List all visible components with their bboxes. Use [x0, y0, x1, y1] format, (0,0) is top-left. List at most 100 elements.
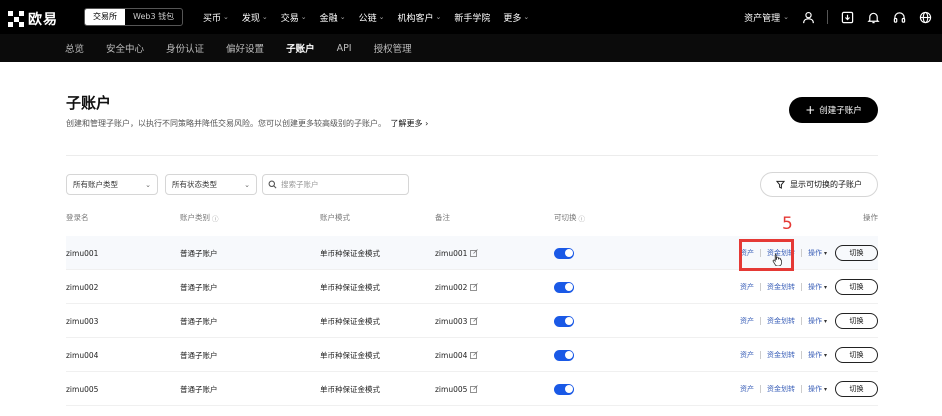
nav-item-buy[interactable]: 买币 ⌄	[203, 11, 229, 24]
chevron-down-icon: ⌄	[523, 13, 530, 21]
column-header-login: 登录名	[66, 212, 89, 223]
chevron-down-icon: ⌄	[261, 13, 268, 21]
divider	[759, 351, 761, 359]
download-icon[interactable]	[840, 10, 854, 24]
transfer-link[interactable]: 资金划转	[767, 350, 795, 360]
tab-preferences[interactable]: 偏好设置	[226, 41, 264, 55]
switch-account-button[interactable]: 切换	[835, 347, 878, 363]
operate-label: 操作	[807, 317, 822, 325]
operate-dropdown[interactable]: 操作 ▾	[808, 316, 827, 326]
edit-icon[interactable]	[470, 351, 479, 359]
row-actions: 资产 资金划转 操作 ▾ 切换	[740, 338, 878, 372]
login-name: zimu004	[66, 350, 99, 360]
step-number: 5	[782, 214, 793, 234]
tab-overview[interactable]: 总览	[65, 41, 84, 55]
transfer-link[interactable]: 资金划转	[767, 282, 795, 292]
nav-item-discover[interactable]: 发现 ⌄	[242, 11, 268, 24]
divider	[800, 283, 802, 291]
nav-item-label: 交易	[280, 13, 299, 24]
divider	[66, 155, 878, 156]
operate-label: 操作	[807, 385, 822, 393]
edit-icon[interactable]	[470, 317, 479, 325]
switchable-toggle[interactable]	[554, 349, 574, 361]
globe-icon[interactable]	[918, 10, 932, 24]
info-icon[interactable]: ⓘ	[579, 213, 586, 223]
user-icon[interactable]	[801, 10, 815, 24]
operate-dropdown[interactable]: 操作 ▾	[808, 384, 827, 394]
show-switchable-label: 显示可切换的子账户	[790, 180, 862, 189]
switch-account-button[interactable]: 切换	[835, 381, 878, 397]
note-cell: zimu003	[435, 304, 479, 338]
switch-account-button[interactable]: 切换	[835, 245, 878, 261]
info-icon[interactable]: ⓘ	[212, 213, 219, 223]
column-header-note: 备注	[435, 212, 450, 223]
edit-icon[interactable]	[470, 385, 479, 393]
assets-link[interactable]: 资产	[740, 350, 754, 360]
transfer-link[interactable]: 资金划转	[767, 384, 795, 394]
edit-icon[interactable]	[470, 283, 479, 291]
operate-label: 操作	[807, 283, 822, 291]
search-input[interactable]	[281, 180, 401, 189]
assets-link[interactable]: 资产	[740, 316, 754, 326]
nav-item-label: 发现	[241, 13, 260, 24]
divider	[800, 351, 802, 359]
note-text: zimu004	[435, 350, 468, 360]
note-text: zimu001	[435, 248, 468, 258]
asset-management-menu[interactable]: 资产管理 ⌄	[744, 11, 789, 24]
status-type-value: 所有状态类型	[172, 180, 217, 189]
exchange-mode-button[interactable]: 交易所	[85, 9, 125, 25]
status-type-select[interactable]: 所有状态类型 ⌄	[165, 174, 257, 195]
operate-dropdown[interactable]: 操作 ▾	[808, 248, 827, 258]
chevron-down-icon: ⌄	[378, 13, 385, 21]
account-category: 普通子账户	[180, 350, 218, 360]
operate-dropdown[interactable]: 操作 ▾	[808, 282, 827, 292]
show-switchable-button[interactable]: 显示可切换的子账户	[760, 172, 878, 197]
chevron-down-icon: ⌄	[783, 13, 789, 21]
tab-sub-account[interactable]: 子账户	[286, 41, 315, 55]
chevron-down-icon: ⌄	[435, 13, 442, 21]
nav-item-academy[interactable]: 新手学院	[454, 11, 490, 24]
tab-api[interactable]: API	[337, 43, 352, 54]
assets-link[interactable]: 资产	[740, 282, 754, 292]
table-row: zimu005 普通子账户 单币种保证金模式 zimu005 资产 资金划转 操…	[66, 372, 878, 406]
switchable-toggle[interactable]	[554, 247, 574, 259]
headset-icon[interactable]	[892, 10, 906, 24]
create-sub-account-button[interactable]: + 创建子账户	[789, 97, 878, 123]
tab-authorization[interactable]: 授权管理	[374, 41, 412, 55]
nav-item-label: 金融	[319, 13, 338, 24]
operate-dropdown[interactable]: 操作 ▾	[808, 350, 827, 360]
logo[interactable]: 欧易	[8, 9, 58, 29]
login-name: zimu003	[66, 316, 99, 326]
table-header: 登录名 账户类别 ⓘ 账户模式 备注 可切换 ⓘ 操作	[66, 212, 878, 226]
login-name: zimu001	[66, 248, 99, 258]
caret-down-icon: ▾	[823, 249, 827, 257]
transfer-link[interactable]: 资金划转	[767, 316, 795, 326]
column-header-mode: 账户模式	[320, 212, 350, 223]
tab-security[interactable]: 安全中心	[106, 41, 144, 55]
assets-link[interactable]: 资产	[740, 384, 754, 394]
account-type-select[interactable]: 所有账户类型 ⌄	[66, 174, 158, 195]
nav-item-more[interactable]: 更多 ⌄	[503, 11, 529, 24]
account-category: 普通子账户	[180, 316, 218, 326]
bell-icon[interactable]	[866, 10, 880, 24]
note-text: zimu003	[435, 316, 468, 326]
column-header-label: 登录名	[66, 213, 89, 222]
create-button-label: 创建子账户	[819, 106, 862, 116]
account-mode: 单币种保证金模式	[320, 248, 380, 258]
switch-account-button[interactable]: 切换	[835, 279, 878, 295]
learn-more-link[interactable]: 了解更多 ›	[391, 119, 429, 128]
column-header-actions: 操作	[863, 212, 878, 223]
switchable-toggle[interactable]	[554, 281, 574, 293]
wallet-mode-button[interactable]: Web3 钱包	[125, 9, 182, 25]
nav-item-chain[interactable]: 公链 ⌄	[359, 11, 385, 24]
nav-right: 资产管理 ⌄	[744, 0, 932, 34]
nav-item-trade[interactable]: 交易 ⌄	[281, 11, 307, 24]
tab-verification[interactable]: 身份认证	[166, 41, 204, 55]
nav-item-finance[interactable]: 金融 ⌄	[320, 11, 346, 24]
account-mode: 单币种保证金模式	[320, 384, 380, 394]
switch-account-button[interactable]: 切换	[835, 313, 878, 329]
switchable-toggle[interactable]	[554, 383, 574, 395]
nav-item-institutional[interactable]: 机构客户 ⌄	[397, 11, 441, 24]
switchable-toggle[interactable]	[554, 315, 574, 327]
edit-icon[interactable]	[470, 249, 479, 257]
